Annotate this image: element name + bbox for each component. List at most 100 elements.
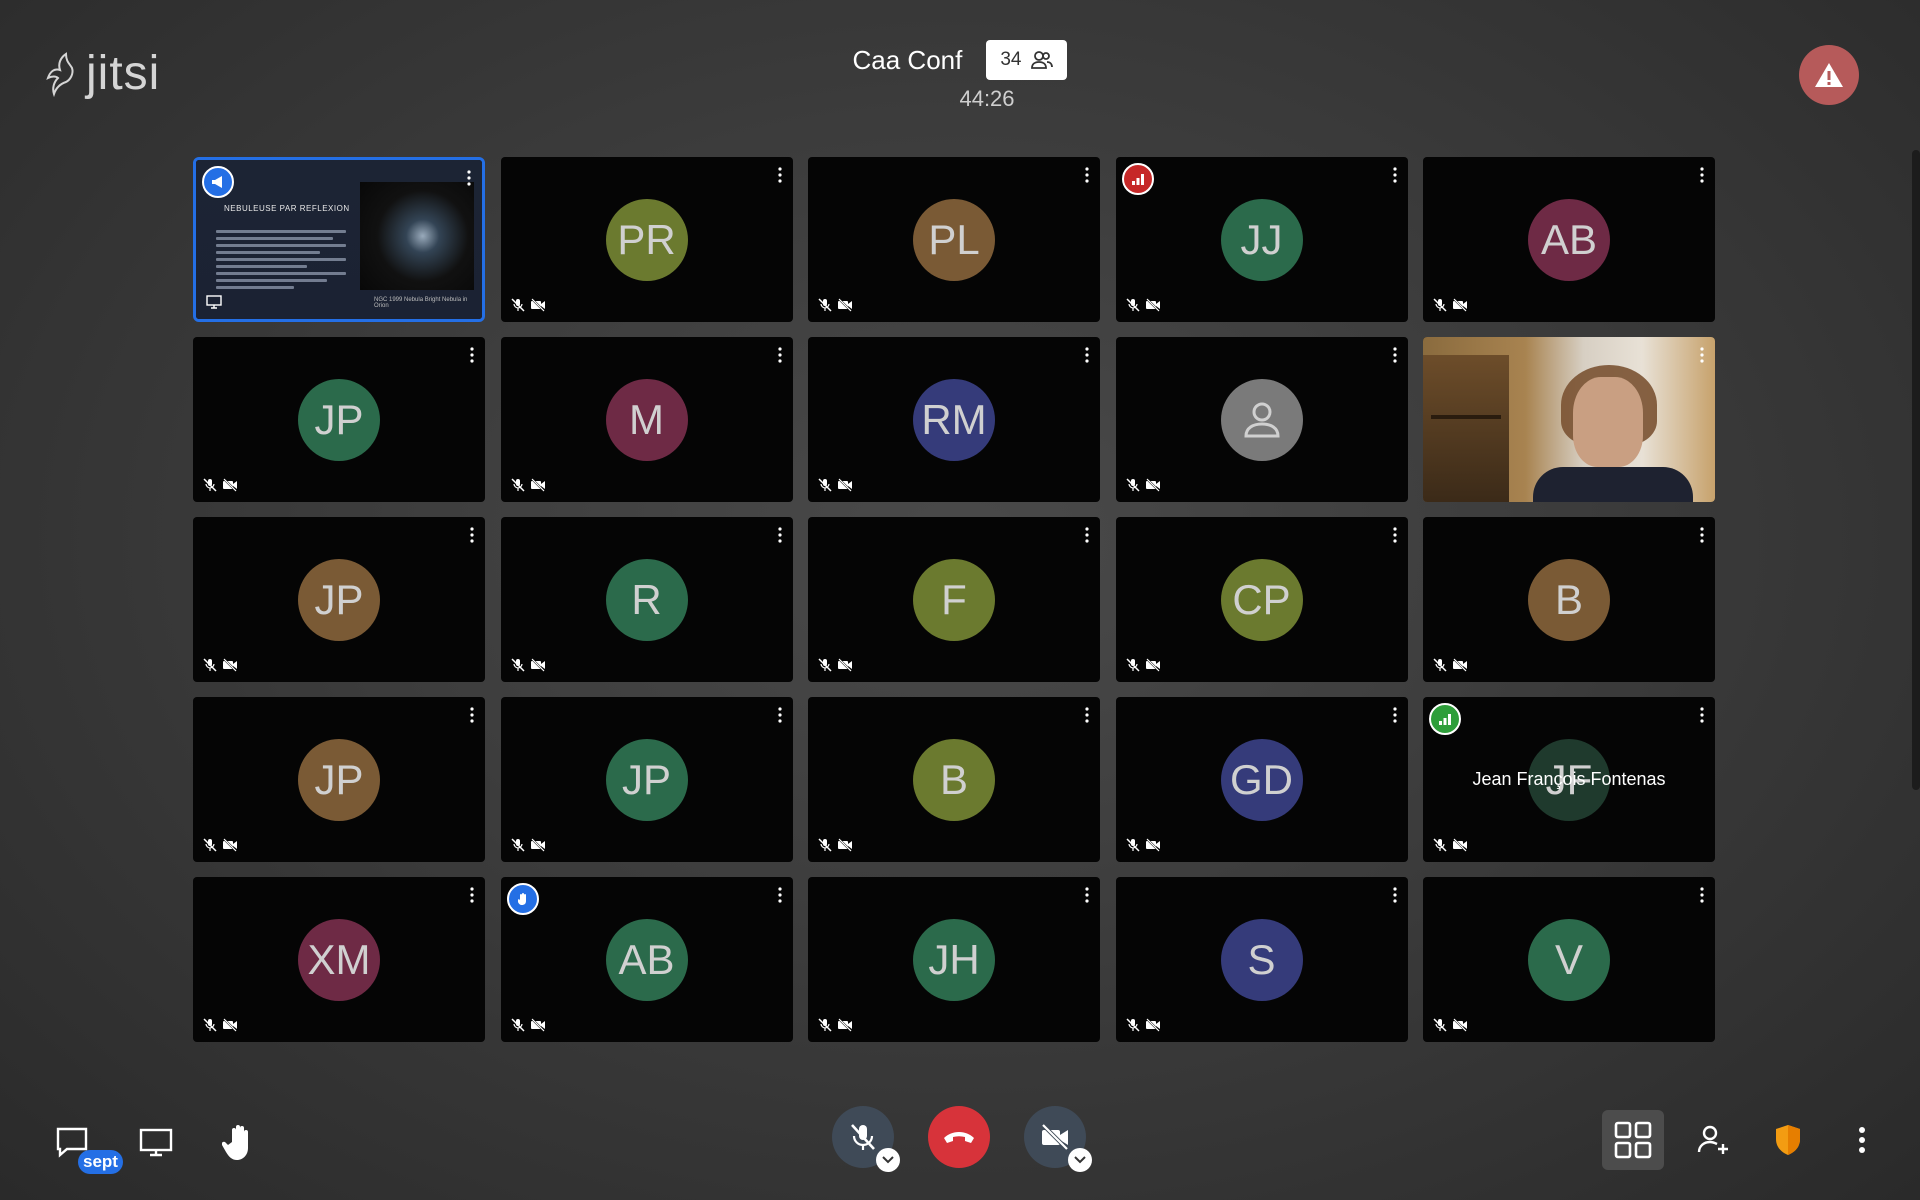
- tile-menu-button[interactable]: [469, 527, 475, 548]
- tile-menu-icon: [1392, 167, 1397, 183]
- tile-menu-button[interactable]: [777, 527, 783, 548]
- connection-warning-button[interactable]: [1799, 45, 1859, 105]
- camera-video: [1423, 337, 1715, 502]
- tile-menu-button[interactable]: [777, 167, 783, 188]
- avatar-initials: AB: [605, 918, 688, 1001]
- participant-tile[interactable]: JF Jean François Fontenas: [1423, 697, 1715, 862]
- participant-tile[interactable]: XM: [193, 877, 485, 1042]
- microphone-toggle-button[interactable]: [832, 1106, 900, 1172]
- tile-menu-button[interactable]: [1699, 527, 1705, 548]
- avatar-initials: JP: [298, 378, 380, 461]
- tile-view-button[interactable]: [1602, 1110, 1664, 1170]
- tile-menu-button[interactable]: [1084, 527, 1090, 548]
- tile-status: [1125, 1018, 1161, 1032]
- participant-tile[interactable]: [1115, 337, 1408, 502]
- tile-status: [510, 1018, 546, 1032]
- connection-status-badge[interactable]: [1121, 163, 1154, 195]
- invite-button[interactable]: [1690, 1116, 1738, 1164]
- tile-menu-button[interactable]: [469, 887, 475, 908]
- raise-hand-button[interactable]: [216, 1118, 264, 1166]
- chevron-down-icon: [1074, 1156, 1086, 1164]
- audio-settings-caret[interactable]: [876, 1148, 900, 1172]
- tile-menu-icon: [470, 707, 474, 723]
- participant-tile[interactable]: R: [500, 517, 793, 682]
- connection-status-badge[interactable]: [1429, 703, 1461, 735]
- tile-menu-button[interactable]: [1392, 887, 1398, 908]
- video-muted-icon: [1145, 658, 1160, 672]
- participant-tile[interactable]: GD: [1115, 697, 1408, 862]
- tile-menu-button[interactable]: [1084, 347, 1090, 368]
- participant-tile[interactable]: JP: [193, 697, 485, 862]
- screen-share-video: NEBULEUSE PAR REFLEXION NGC 1999 Nebula B…: [196, 160, 482, 319]
- chat-unread-badge: sept: [78, 1150, 123, 1174]
- tile-menu-icon: [1700, 707, 1704, 723]
- signal-bars-icon: [1439, 714, 1451, 725]
- mic-muted-icon: [203, 658, 217, 672]
- tile-menu-button[interactable]: [1084, 887, 1090, 908]
- tile-menu-button[interactable]: [1699, 347, 1705, 368]
- participant-tile[interactable]: V: [1423, 877, 1715, 1042]
- avatar-initials: JP: [298, 738, 380, 821]
- video-muted-icon: [530, 658, 545, 672]
- tile-menu-icon: [470, 527, 474, 543]
- participant-tile[interactable]: B: [1423, 517, 1715, 682]
- participant-tile[interactable]: AB: [500, 877, 793, 1042]
- grid-scrollbar[interactable]: [1912, 150, 1920, 790]
- mic-muted-icon: [1125, 478, 1140, 492]
- participant-tile[interactable]: JJ: [1115, 157, 1408, 322]
- video-muted-icon: [223, 838, 237, 852]
- participant-tile[interactable]: M: [500, 337, 793, 502]
- participant-tile[interactable]: [1423, 337, 1715, 502]
- tile-menu-button[interactable]: [777, 887, 783, 908]
- mic-muted-icon: [1125, 1018, 1140, 1032]
- participant-tile[interactable]: S: [1115, 877, 1408, 1042]
- tile-menu-button[interactable]: [1084, 707, 1090, 728]
- tile-menu-button[interactable]: [1392, 347, 1398, 368]
- tile-menu-button[interactable]: [1699, 887, 1705, 908]
- tile-menu-button[interactable]: [466, 170, 472, 191]
- screen-share-button[interactable]: [132, 1118, 180, 1166]
- more-options-button[interactable]: [1838, 1116, 1886, 1164]
- screen-share-icon: [206, 295, 222, 309]
- toolbar-left: sept: [48, 1118, 264, 1174]
- hangup-icon: [944, 1132, 974, 1143]
- video-muted-icon: [1145, 298, 1160, 312]
- tile-menu-button[interactable]: [1392, 527, 1398, 548]
- participant-tile[interactable]: PL: [808, 157, 1100, 322]
- participant-count-button[interactable]: 34: [986, 40, 1068, 80]
- tile-menu-button[interactable]: [1699, 167, 1705, 188]
- chat-button[interactable]: sept: [48, 1118, 123, 1174]
- participant-tile[interactable]: PR: [500, 157, 793, 322]
- tile-menu-button[interactable]: [469, 707, 475, 728]
- security-button[interactable]: [1764, 1116, 1812, 1164]
- tile-menu-button[interactable]: [1392, 707, 1398, 728]
- tile-menu-button[interactable]: [1699, 707, 1705, 728]
- hangup-button[interactable]: [928, 1106, 990, 1168]
- tile-menu-button[interactable]: [1084, 167, 1090, 188]
- participant-tile[interactable]: B: [808, 697, 1100, 862]
- participant-tile[interactable]: F: [808, 517, 1100, 682]
- tile-menu-button[interactable]: [777, 347, 783, 368]
- participant-tile[interactable]: JP: [193, 337, 485, 502]
- participant-tile[interactable]: JP: [193, 517, 485, 682]
- avatar-initials: B: [913, 738, 995, 821]
- tile-menu-button[interactable]: [1392, 167, 1398, 188]
- tile-status: [1125, 478, 1161, 492]
- participant-tile[interactable]: JP: [500, 697, 793, 862]
- participant-tile[interactable]: NEBULEUSE PAR REFLEXION NGC 1999 Nebula B…: [193, 157, 485, 322]
- video-settings-caret[interactable]: [1068, 1148, 1092, 1172]
- participant-tile[interactable]: JH: [808, 877, 1100, 1042]
- slide-heading: NEBULEUSE PAR REFLEXION: [224, 204, 350, 213]
- video-muted-icon: [1145, 1018, 1160, 1032]
- avatar-initials: XM: [298, 918, 380, 1001]
- participant-tile[interactable]: RM: [808, 337, 1100, 502]
- video-muted-icon: [530, 838, 545, 852]
- meeting-timer: 44:26: [959, 86, 1015, 111]
- tile-menu-button[interactable]: [777, 707, 783, 728]
- participant-tile[interactable]: AB: [1423, 157, 1715, 322]
- tile-menu-button[interactable]: [469, 347, 475, 368]
- camera-toggle-button[interactable]: [1024, 1106, 1092, 1172]
- person-icon: [1243, 402, 1280, 437]
- participant-tile[interactable]: CP: [1115, 517, 1408, 682]
- tile-status: [1433, 1018, 1468, 1032]
